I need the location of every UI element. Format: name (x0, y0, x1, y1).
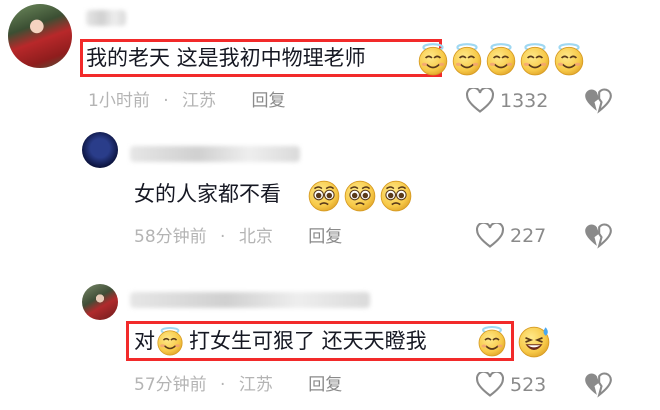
comment-location: 江苏 (182, 91, 217, 111)
meta-separator: · (163, 91, 169, 111)
username-blurred[interactable] (130, 146, 300, 162)
comment-text: 打女生可狠了 还天天瞪我 (189, 329, 427, 353)
pleading-face-icon (344, 180, 376, 212)
comment-time: 58分钟前 (134, 227, 207, 247)
comment-text-row: 对 打女生可狠了 还天天瞪我 (134, 326, 427, 356)
comment-time: 57分钟前 (134, 375, 207, 395)
reply-button[interactable]: 回复 (308, 375, 342, 395)
comment-text: 我的老天 这是我初中物理老师 (86, 46, 366, 70)
meta-separator: · (220, 375, 226, 395)
like-count: 227 (510, 225, 547, 247)
comment-meta: 57分钟前 · 江苏 回复 (134, 374, 342, 396)
reply-button[interactable]: 回复 (308, 227, 342, 247)
comment-text: 对 (134, 329, 155, 353)
meta-separator: · (220, 227, 226, 247)
avatar[interactable] (82, 132, 118, 168)
reply-button[interactable]: 回复 (251, 91, 285, 111)
username-blurred[interactable] (86, 10, 126, 26)
face-with-halo-icon (486, 43, 516, 76)
heart-outline-icon[interactable] (476, 372, 504, 398)
face-with-halo-icon (418, 43, 448, 76)
face-with-halo-icon (156, 326, 184, 356)
avatar[interactable] (8, 4, 72, 68)
face-with-halo-icon (554, 43, 584, 76)
heart-outline-icon[interactable] (466, 88, 494, 114)
dislike-broken-heart-icon[interactable] (584, 372, 612, 398)
face-with-halo-icon (478, 326, 506, 357)
like-count: 1332 (500, 90, 549, 112)
dislike-broken-heart-icon[interactable] (584, 88, 612, 114)
comment-emoji-row (416, 42, 586, 76)
comment-emoji-row (306, 178, 414, 212)
dislike-broken-heart-icon[interactable] (584, 223, 612, 249)
pleading-face-icon (308, 180, 340, 212)
comment-location: 北京 (238, 227, 273, 247)
comment-location: 江苏 (238, 375, 273, 395)
comment-emoji-row (476, 324, 552, 358)
comment-text: 女的人家都不看 (134, 182, 281, 206)
face-with-halo-icon (520, 43, 550, 76)
comment-meta: 58分钟前 · 北京 回复 (134, 226, 342, 248)
comment-time: 1小时前 (88, 91, 150, 111)
face-with-halo-icon (452, 43, 482, 76)
pleading-face-icon (380, 180, 412, 212)
avatar[interactable] (82, 284, 118, 320)
username-blurred[interactable] (130, 292, 370, 308)
heart-outline-icon[interactable] (476, 223, 504, 249)
comment-meta: 1小时前 · 江苏 回复 (88, 90, 285, 112)
grinning-sweat-face-icon (518, 326, 550, 358)
like-count: 523 (510, 374, 547, 396)
